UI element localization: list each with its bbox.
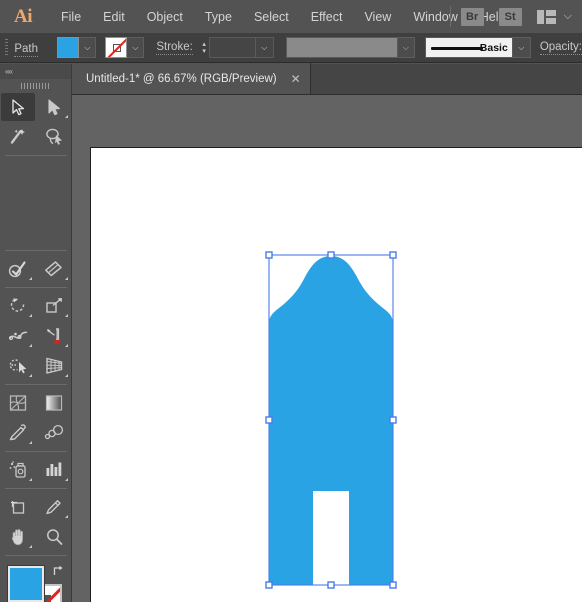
tool-separator [5,451,67,452]
tool-separator [5,287,67,288]
opacity-label: Opacity: [539,40,582,55]
tool-separator [5,250,67,251]
menu-type[interactable]: Type [194,6,243,28]
direct-selection-tool[interactable] [37,93,71,121]
swap-fill-stroke-icon[interactable] [52,564,66,578]
rotate-tool[interactable] [1,292,35,320]
illustrator-window: Ai File Edit Object Type Select Effect V… [0,0,582,602]
canvas-area[interactable] [72,95,582,602]
app-logo: Ai [14,5,33,27]
menu-view[interactable]: View [353,6,402,28]
fill-stroke-controls [0,560,72,602]
tool-separator [5,155,67,156]
stroke-weight-chevron-down-icon[interactable]: ⌵ [256,43,273,53]
tool-row [0,522,72,552]
slice-tool[interactable] [37,493,71,521]
tools-list [0,92,72,556]
artboard-tool[interactable] [1,493,35,521]
control-bar: Path ⌵ ⌵ Stroke: ▴ ▾ ⌵ ⌵ Basic ⌵ Opacity… [0,33,582,63]
tool-row [0,321,72,351]
zoom-tool[interactable] [37,523,71,551]
width-tool[interactable] [1,322,35,350]
stroke-weight-field[interactable]: ⌵ [208,37,274,58]
menu-bar: Ai File Edit Object Type Select Effect V… [0,0,582,33]
document-tab-title: Untitled-1* @ 66.67% (RGB/Preview) [86,72,277,85]
free-transform-tool[interactable] [37,322,71,350]
control-bar-grip[interactable] [5,38,9,57]
tool-panel-gap [0,159,72,247]
tool-row [0,418,72,448]
tool-separator [5,488,67,489]
tool-row [0,122,72,152]
scale-tool[interactable] [37,292,71,320]
stroke-swatch[interactable] [105,37,128,58]
tool-row [0,455,72,485]
stroke-control[interactable]: ⌵ [105,37,145,58]
shaper-tool[interactable] [1,255,35,283]
hand-tool[interactable] [1,523,35,551]
variable-width-chevron-down-icon[interactable]: ⌵ [397,37,415,58]
fill-swatch[interactable] [57,37,80,58]
tool-separator [5,555,67,556]
magic-wand-tool[interactable] [1,123,35,151]
variable-width-profile-box[interactable] [285,37,398,58]
brush-definition-control[interactable]: Basic ⌵ [424,37,531,58]
shape-builder-tool[interactable] [1,352,35,380]
variable-width-profile-control[interactable]: ⌵ [285,37,415,58]
menu-edit[interactable]: Edit [92,6,136,28]
stroke-dropdown-chevron-icon[interactable]: ⌵ [127,37,145,58]
menu-divider [449,6,451,27]
eyedropper-tool[interactable] [1,419,35,447]
lasso-tool[interactable] [37,123,71,151]
blend-tool[interactable] [37,419,71,447]
stepper-down-icon[interactable]: ▾ [202,48,206,55]
artboard[interactable] [90,147,582,602]
document-tab-bar: Untitled-1* @ 66.67% (RGB/Preview) ✕ [72,63,582,95]
gradient-tool[interactable] [37,389,71,417]
selection-type-label-wrap: Path [14,39,49,57]
tool-row [0,92,72,122]
artwork-layer [269,256,393,585]
brush-definition-box[interactable]: Basic [424,37,513,58]
mesh-tool[interactable] [1,389,35,417]
document-tab[interactable]: Untitled-1* @ 66.67% (RGB/Preview) ✕ [72,63,311,94]
menu-bar-right: Br St ⌵ [449,0,576,33]
menu-file[interactable]: File [50,6,92,28]
stroke-weight-label: Stroke: [156,40,193,55]
perspective-grid-tool[interactable] [37,352,71,380]
stepper-up-icon[interactable]: ▴ [202,41,206,48]
workspace-switcher-icon[interactable] [536,9,556,24]
tool-row [0,388,72,418]
menu-effect[interactable]: Effect [300,6,354,28]
tool-row [0,291,72,321]
eraser-tool[interactable] [37,255,71,283]
tool-row [0,492,72,522]
brush-stroke-preview-icon [430,47,483,50]
column-graph-tool[interactable] [37,456,71,484]
stock-button[interactable]: St [498,7,522,26]
tool-separator [5,384,67,385]
symbol-sprayer-tool[interactable] [1,456,35,484]
tool-row [0,254,72,284]
tools-panel-grip[interactable] [0,79,71,92]
menu-object[interactable]: Object [136,6,194,28]
brush-name-label: Basic [479,41,508,54]
tools-panel-header[interactable]: «« [0,64,71,79]
menu-items: File Edit Object Type Select Effect View… [50,6,517,28]
toolpanel-fill-swatch[interactable] [8,566,44,602]
fill-dropdown-chevron-icon[interactable]: ⌵ [79,37,97,58]
menu-select[interactable]: Select [243,6,300,28]
selection-tool[interactable] [1,93,35,121]
bridge-button[interactable]: Br [460,7,484,26]
fill-control[interactable]: ⌵ [57,37,97,58]
collapse-panel-icon[interactable]: «« [5,67,13,76]
workspace-chevron-down-icon[interactable]: ⌵ [564,10,572,23]
close-icon[interactable]: ✕ [291,73,301,85]
stroke-weight-stepper[interactable]: ▴ ▾ [200,37,209,58]
tools-panel: «« [0,64,72,602]
selection-type-label: Path [14,42,39,57]
brush-chevron-down-icon[interactable]: ⌵ [512,37,531,58]
tool-row [0,351,72,381]
blue-arch-shape [269,256,393,585]
